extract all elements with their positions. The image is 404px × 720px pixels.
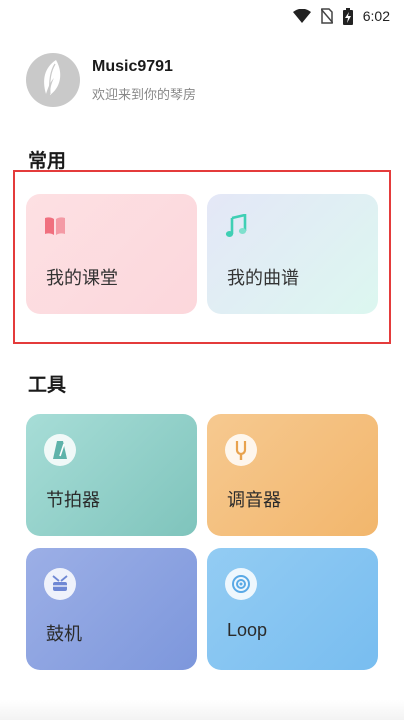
tuner-label: 调音器: [227, 490, 281, 511]
tuning-fork-icon: [225, 434, 257, 466]
my-scores-label: 我的曲谱: [227, 268, 299, 289]
welcome-text: 欢迎来到你的琴房: [92, 87, 197, 103]
bottom-fade: [0, 700, 404, 720]
battery-charging-icon: [342, 7, 353, 25]
metronome-icon: [44, 434, 76, 466]
section-title-tools: 工具: [28, 374, 67, 396]
username: Music9791: [92, 57, 173, 75]
drum-machine-label: 鼓机: [46, 624, 82, 645]
no-sim-icon: [320, 8, 333, 24]
drum-machine-card[interactable]: 鼓机: [26, 548, 197, 670]
my-classroom-label: 我的课堂: [46, 268, 118, 289]
my-scores-card[interactable]: 我的曲谱: [207, 194, 378, 314]
metronome-label: 节拍器: [46, 490, 100, 511]
status-time: 6:02: [362, 8, 390, 24]
avatar[interactable]: [26, 53, 80, 107]
my-classroom-card[interactable]: 我的课堂: [26, 194, 197, 314]
feather-logo-icon: [38, 58, 68, 102]
wifi-icon: [292, 9, 311, 23]
loop-icon: [225, 568, 257, 600]
tuner-card[interactable]: 调音器: [207, 414, 378, 536]
loop-label: Loop: [227, 620, 268, 640]
music-note-icon: [225, 213, 247, 242]
section-title-common: 常用: [28, 150, 67, 172]
book-icon: [44, 216, 66, 240]
status-bar: 6:02: [0, 0, 404, 32]
metronome-card[interactable]: 节拍器: [26, 414, 197, 536]
profile-header[interactable]: Music9791 欢迎来到你的琴房: [26, 50, 376, 110]
loop-card[interactable]: Loop: [207, 548, 378, 670]
drum-icon: [44, 568, 76, 600]
